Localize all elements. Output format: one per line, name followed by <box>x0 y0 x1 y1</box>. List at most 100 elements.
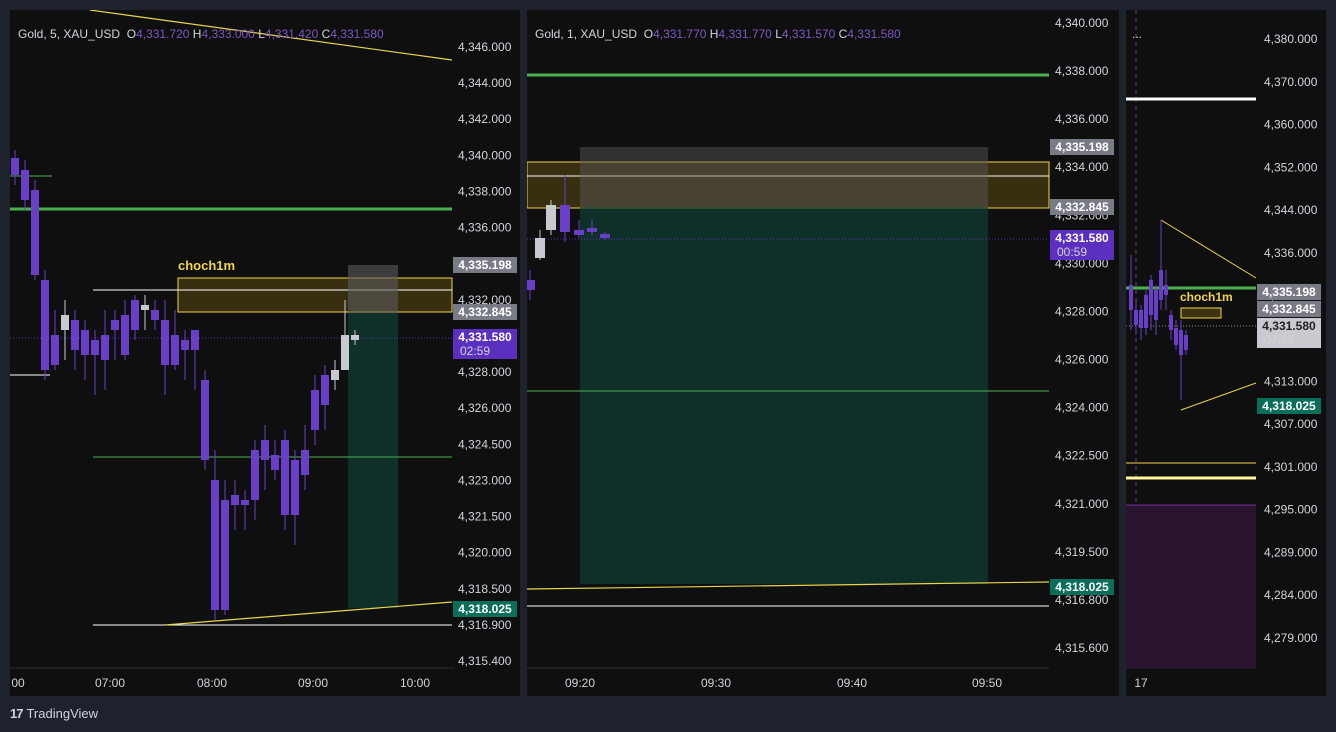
tag-last-5m: 4,331.580 <box>458 330 512 344</box>
price-tick-label: 4,301.000 <box>1264 460 1318 474</box>
candle-body <box>271 455 279 470</box>
candle-body <box>1179 330 1183 355</box>
candle-body <box>241 500 249 505</box>
tag-timer-1m: 00:59 <box>1057 245 1087 259</box>
price-tick-label: 4,320.000 <box>458 546 512 560</box>
candle-body <box>301 450 309 475</box>
candle-body <box>1139 310 1143 328</box>
price-tick-label: 4,370.000 <box>1264 75 1318 89</box>
price-tick-label: 4,338.000 <box>458 184 512 198</box>
candle-body <box>331 370 339 380</box>
legend-5m: Gold, 5, XAU_USD O4,331.720 H4,333.000 L… <box>18 27 384 41</box>
candle-body <box>51 335 59 365</box>
time-tick-label: 09:50 <box>972 676 1002 690</box>
candle-body <box>281 440 289 515</box>
candle-body <box>111 320 119 330</box>
candle-body <box>341 335 349 370</box>
tag-target-5m: 4,318.025 <box>458 602 512 616</box>
chart-canvas-5m[interactable]: 4,346.000 4,344.000 4,342.000 4,340.000 4,33… <box>10 10 520 696</box>
time-tick-label: 07:00 <box>95 676 125 690</box>
tag-upper-htf: 4,335.198 <box>1262 285 1316 299</box>
price-tick-label: 4,324.000 <box>1055 401 1109 415</box>
candle-body <box>1144 295 1148 328</box>
time-tick-label: 00 <box>11 676 25 690</box>
time-tick-label: 09:40 <box>837 676 867 690</box>
tag-last-htf: 4,331.580 <box>1262 319 1316 333</box>
tag-target-1m: 4,318.025 <box>1055 580 1109 594</box>
price-tick-label: 4,336.000 <box>1055 112 1109 126</box>
price-tick-label: 4,315.600 <box>1055 641 1109 655</box>
legend-1m: Gold, 1, XAU_USD O4,331.770 H4,331.770 L… <box>535 27 901 41</box>
legend-htf: ... <box>1132 27 1143 41</box>
time-tick-label: 09:00 <box>298 676 328 690</box>
price-tick-label: 4,338.000 <box>1055 64 1109 78</box>
candle-body <box>1129 285 1133 310</box>
price-tick-label: 4,316.800 <box>1055 593 1109 607</box>
candle-body <box>560 205 570 232</box>
price-tick-label: 4,316.900 <box>458 618 512 632</box>
candles-htf <box>1129 220 1188 400</box>
candle-body <box>321 375 329 405</box>
candle-body <box>291 460 299 515</box>
price-tick-label: 4,340.000 <box>1055 16 1109 30</box>
tradingview-logo[interactable]: 17 TradingView <box>10 706 98 721</box>
price-tick-label: 4,380.000 <box>1264 32 1318 46</box>
price-tick-label: 4,323.000 <box>458 473 512 487</box>
candle-body <box>351 335 359 340</box>
candle-body <box>261 440 269 460</box>
price-tick-label: 4,321.500 <box>458 510 512 524</box>
chart-pane-gold-1m[interactable]: 4,340.000 4,338.000 4,336.000 4,334.000 4,33… <box>527 10 1119 696</box>
tag-upper-1m: 4,335.198 <box>1055 140 1109 154</box>
time-tick-label: 08:00 <box>197 676 227 690</box>
candle-body <box>1134 310 1138 325</box>
price-tick-label: 4,289.000 <box>1264 545 1318 559</box>
tradingview-logo-icon: 17 <box>10 706 24 721</box>
chart-pane-gold-5m[interactable]: 4,346.000 4,344.000 4,342.000 4,340.000 4,33… <box>10 10 520 696</box>
candle-body <box>41 280 49 370</box>
price-tick-label: 4,319.500 <box>1055 545 1109 559</box>
price-tick-label: 4,336.000 <box>458 221 512 235</box>
candle-body <box>231 495 239 505</box>
candle-body <box>21 170 29 200</box>
choch-annotation-5m: choch1m <box>178 258 235 273</box>
chart-pane-gold-htf[interactable]: 4,380.000 4,370.000 4,360.000 4,352.000 4,34… <box>1126 10 1326 696</box>
candle-body <box>1164 285 1168 295</box>
price-tick-label: 4,340.000 <box>458 148 512 162</box>
candle-body <box>587 228 597 232</box>
tag-lower-5m: 4,332.845 <box>458 305 512 319</box>
time-axis-htf: 17 <box>1134 676 1148 690</box>
price-tick-label: 4,346.000 <box>458 40 512 54</box>
price-tick-label: 4,315.400 <box>458 654 512 668</box>
price-tick-label: 4,326.000 <box>1055 353 1109 367</box>
price-tick-label: 4,321.000 <box>1055 497 1109 511</box>
candle-body <box>600 234 610 238</box>
price-tick-label: 4,360.000 <box>1264 118 1318 132</box>
time-tick-label: 09:20 <box>565 676 595 690</box>
price-tick-label: 4,313.000 <box>1264 374 1318 388</box>
price-tick-label: 4,284.000 <box>1264 588 1318 602</box>
candle-body <box>121 315 129 355</box>
price-tick-label: 4,334.000 <box>1055 160 1109 174</box>
candle-body <box>1174 328 1178 345</box>
candle-body <box>535 238 545 258</box>
candle-body <box>1169 315 1173 330</box>
tag-timer-5m: 02:59 <box>460 344 490 358</box>
price-tick-label: 4,328.000 <box>458 365 512 379</box>
candle-body <box>546 205 556 230</box>
price-tick-label: 4,307.000 <box>1264 417 1318 431</box>
chart-canvas-1m[interactable]: 4,340.000 4,338.000 4,336.000 4,334.000 4,33… <box>527 10 1119 696</box>
candle-body <box>201 380 209 460</box>
price-tick-label: 4,336.000 <box>1264 246 1318 260</box>
candle-body <box>101 335 109 360</box>
candles-5m <box>11 150 359 620</box>
chart-canvas-htf[interactable]: 4,380.000 4,370.000 4,360.000 4,352.000 4,34… <box>1126 10 1326 696</box>
candle-body <box>61 315 69 330</box>
candle-body <box>1154 290 1158 320</box>
candle-body <box>81 330 89 355</box>
candle-body <box>1149 280 1153 315</box>
candle-body <box>91 340 99 355</box>
candle-body <box>221 500 229 610</box>
candle-body <box>1159 270 1163 300</box>
candle-body <box>161 320 169 365</box>
candle-body <box>151 310 159 320</box>
